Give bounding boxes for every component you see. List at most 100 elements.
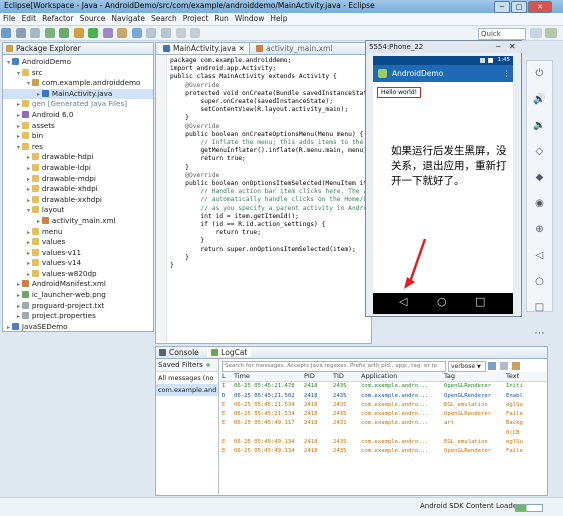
debug-icon[interactable] — [73, 28, 84, 38]
tree-item[interactable]: ▸ JavaSEDemo — [3, 322, 153, 333]
maximize-button[interactable]: □ — [511, 1, 527, 13]
java-perspective-icon[interactable] — [545, 28, 557, 38]
new-icon[interactable] — [1, 28, 11, 38]
package-explorer-tab[interactable]: Package Explorer — [3, 43, 153, 55]
save-all-icon[interactable] — [30, 28, 41, 38]
log-row[interactable]: 0(CB — [220, 429, 547, 438]
tab-mainactivity-java[interactable]: MainActivity.java ✕ — [159, 43, 250, 54]
open-type-icon[interactable] — [146, 28, 157, 38]
log-row[interactable]: E 06-25 05:45:21.534 2418 2435 com.example.a… — [220, 410, 547, 419]
col-tid[interactable]: TID — [333, 372, 344, 381]
menu-edit[interactable]: Edit — [19, 13, 40, 25]
tree-item[interactable]: ▾ src — [3, 68, 153, 79]
menu-window[interactable]: Window — [232, 13, 268, 25]
save-icon[interactable] — [15, 28, 26, 38]
clear-log-icon[interactable] — [500, 362, 508, 370]
menu-refactor[interactable]: Refactor — [39, 13, 76, 25]
tab-console[interactable]: Console — [159, 348, 205, 357]
emulator-close-icon[interactable]: ✕ — [509, 42, 516, 51]
tree-item[interactable]: ▸ drawable-ldpi — [3, 163, 153, 174]
new-class-icon[interactable] — [131, 28, 142, 38]
tree-item[interactable]: ▸ menu — [3, 227, 153, 238]
power-icon[interactable]: ⏻ — [527, 61, 552, 87]
tree-item[interactable]: ▸ drawable-xxhdpi — [3, 195, 153, 206]
tree-item[interactable]: ▸ assets — [3, 121, 153, 132]
search-icon[interactable] — [161, 28, 172, 38]
tree-item[interactable]: ▾ layout — [3, 205, 153, 216]
log-row[interactable]: E 06-25 05:45:49.117 2418 2431 com.example.a… — [220, 419, 547, 428]
tree-item[interactable]: ▸ values-v11 — [3, 248, 153, 259]
perspective-icon[interactable] — [530, 28, 542, 38]
tree-item[interactable]: ▸ Android 6.0 — [3, 110, 153, 121]
col-level[interactable]: L — [222, 372, 226, 381]
run-icon[interactable] — [88, 28, 99, 38]
forward-nav-icon[interactable] — [190, 28, 201, 38]
col-tag[interactable]: Tag — [444, 372, 455, 381]
rotate-right-icon[interactable]: ◆ — [527, 165, 552, 191]
col-time[interactable]: Time — [234, 372, 250, 381]
tree-item[interactable]: ▸ ic_launcher-web.png — [3, 290, 153, 301]
volume-up-icon[interactable]: 🔊 — [527, 87, 552, 113]
tree-item[interactable]: ▸ gen [Generated Java Files] — [3, 99, 153, 110]
menu-run[interactable]: Run — [211, 13, 231, 25]
menu-help[interactable]: Help — [267, 13, 290, 25]
zoom-icon[interactable]: ⊕ — [527, 217, 552, 243]
col-text[interactable]: Text — [506, 372, 519, 381]
nav-recents-button[interactable]: □ — [475, 295, 485, 308]
tree-item[interactable]: ▾ res — [3, 142, 153, 153]
tab-logcat[interactable]: LogCat — [207, 348, 252, 357]
close-tab-icon[interactable]: ✕ — [238, 44, 244, 53]
tree-item[interactable]: ▸ values-w820dp — [3, 269, 153, 280]
log-level-select[interactable]: verbose ▼ — [448, 361, 486, 372]
tree-item[interactable]: ▸ drawable-xhdpi — [3, 184, 153, 195]
log-row[interactable]: E 06-25 05:45:21.534 2418 2435 com.example.a… — [220, 401, 547, 410]
log-row[interactable]: E 06-25 05:45:49.134 2418 2435 com.example.a… — [220, 447, 547, 456]
camera-icon[interactable]: ◉ — [527, 191, 552, 217]
overflow-menu-icon[interactable]: ⋮ — [503, 65, 511, 82]
nav-back-button[interactable]: ◁ — [399, 295, 407, 308]
android-sdk-icon[interactable] — [44, 28, 55, 38]
tree-item[interactable]: ▸ MainActivity.java — [3, 88, 153, 100]
menu-search[interactable]: Search — [148, 13, 180, 25]
emulator-minimize-icon[interactable]: ─ — [496, 43, 500, 51]
menu-source[interactable]: Source — [77, 13, 109, 25]
scroll-lock-icon[interactable] — [512, 362, 520, 370]
volume-down-icon[interactable]: 🔉 — [527, 113, 552, 139]
add-filter-icon[interactable]: + — [205, 361, 211, 369]
minimize-button[interactable]: ─ — [494, 1, 510, 13]
log-row[interactable]: D 06-25 05:45:21.502 2418 2435 com.example.a… — [220, 392, 547, 401]
tree-item[interactable]: ▸ bin — [3, 131, 153, 142]
filter-all-messages[interactable]: All messages (no — [156, 372, 218, 384]
save-log-icon[interactable] — [488, 362, 496, 370]
rotate-left-icon[interactable]: ◇ — [527, 139, 552, 165]
avd-manager-icon[interactable] — [59, 28, 70, 38]
log-row[interactable]: E 06-25 05:45:49.134 2418 2435 com.example.a… — [220, 438, 547, 447]
tree-item[interactable]: ▸ project.properties — [3, 311, 153, 322]
menu-file[interactable]: File — [0, 13, 19, 25]
menu-navigate[interactable]: Navigate — [108, 13, 148, 25]
tree-item[interactable]: ▸ drawable-mdpi — [3, 174, 153, 185]
more-icon[interactable]: ⋯ — [527, 321, 552, 347]
col-application[interactable]: Application — [361, 372, 397, 381]
tree-item[interactable]: ▸ drawable-hdpi — [3, 152, 153, 163]
log-row[interactable]: I 06-25 05:45:21.478 2418 2435 com.example.a… — [220, 382, 547, 391]
back-nav-icon[interactable] — [175, 28, 186, 38]
external-tools-icon[interactable] — [102, 28, 113, 38]
tree-item[interactable]: ▸ values — [3, 237, 153, 248]
new-package-icon[interactable] — [117, 28, 128, 38]
tab-activity-main-xml[interactable]: activity_main.xml — [252, 43, 336, 54]
tree-item[interactable]: ▾ com.example.androiddemo — [3, 78, 153, 89]
menu-project[interactable]: Project — [180, 13, 212, 25]
quick-access-field[interactable]: Quick Access — [478, 28, 526, 48]
logcat-search-input[interactable]: Search for messages. Accepts Java regexe… — [222, 361, 446, 372]
code-area[interactable]: package com.example.androiddemo; import a… — [170, 57, 379, 270]
tree-item[interactable]: ▸ values-v14 — [3, 258, 153, 269]
tree-item[interactable]: ▸ AndroidManifest.xml — [3, 279, 153, 290]
nav-home-button[interactable]: ○ — [437, 295, 447, 308]
back-icon[interactable]: ◁ — [527, 243, 552, 269]
overview-icon[interactable]: □ — [527, 295, 552, 321]
close-button[interactable]: ✕ — [528, 1, 552, 13]
col-pid[interactable]: PID — [304, 372, 315, 381]
tree-item[interactable]: ▸ activity_main.xml — [3, 216, 153, 227]
home-icon[interactable]: ○ — [527, 269, 552, 295]
